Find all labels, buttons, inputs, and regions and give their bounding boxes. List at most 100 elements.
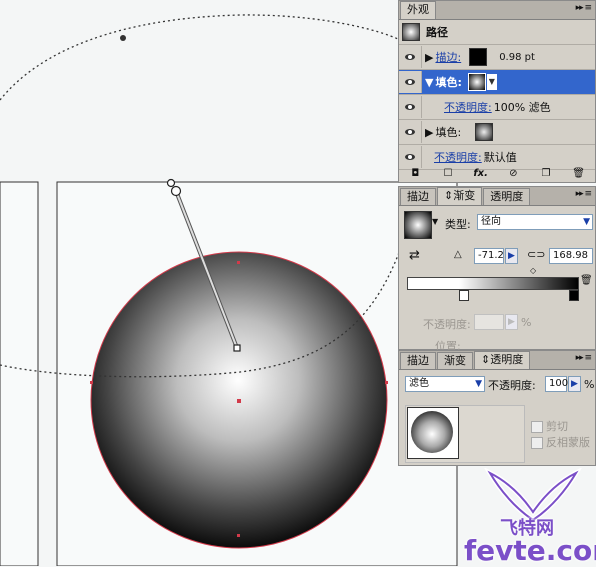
visibility-eye-icon[interactable] [399, 146, 422, 168]
gradient-end-handle[interactable] [170, 185, 182, 197]
guide-anchor-point[interactable] [120, 35, 126, 41]
delete-stop-icon[interactable]: 🗑 [580, 275, 593, 286]
appearance-panel: 外观 ▸▸ ≡ 路径 ▶ 描边: 0.98 pt ▼ 填色: ▼ 不透明度: 1… [398, 0, 596, 183]
appearance-footer: ◘ ☐ fx. ⊘ ❐ 🗑 [399, 166, 595, 182]
invert-mask-label: 反相蒙版 [546, 436, 590, 449]
opacity-label: 不透明度: [488, 379, 536, 392]
invert-mask-checkbox[interactable] [531, 437, 543, 449]
collapse-triangle-icon[interactable]: ▼ [425, 76, 433, 89]
tab-gradient[interactable]: ⇕渐变 [437, 187, 483, 205]
fill-row-2[interactable]: ▶ 填色: [399, 120, 595, 145]
visibility-eye-icon[interactable] [399, 96, 422, 118]
tab-arrows-icon: ⇕ [481, 353, 491, 366]
aspect-ratio-input[interactable]: 168.98 [549, 248, 593, 264]
gradient-preview-swatch[interactable] [404, 211, 432, 239]
tab-transparency[interactable]: 透明度 [483, 188, 531, 205]
clear-icon[interactable]: ☐ [440, 167, 456, 181]
clip-checkbox[interactable] [531, 421, 543, 433]
opacity-label-2[interactable]: 不透明度: [434, 149, 482, 165]
gradient-origin-handle[interactable] [166, 178, 176, 188]
tab-transparency-2[interactable]: ⇕透明度 [474, 351, 531, 369]
expand-triangle-icon[interactable]: ▶ [425, 126, 433, 139]
tab-stroke[interactable]: 描边 [400, 188, 436, 205]
gradient-slider-bar[interactable] [407, 277, 579, 290]
stroke-row[interactable]: ▶ 描边: 0.98 pt [399, 45, 595, 70]
tab-gradient-label: 渐变 [453, 189, 476, 202]
chevron-down-icon: ▼ [475, 379, 482, 389]
anchor-top[interactable] [237, 261, 240, 264]
transparency-tabbar: 描边 渐变 ⇕透明度 ▸▸ ≡ [399, 351, 595, 370]
dotted-guide-top [0, 14, 401, 101]
fill-label: 填色: [435, 76, 462, 89]
no-icon[interactable]: ⊘ [505, 167, 521, 181]
fill-gradient-swatch-2[interactable] [475, 123, 494, 141]
opacity-row-1[interactable]: 不透明度: 100% 滤色 [399, 95, 595, 120]
tab-stroke-2[interactable]: 描边 [400, 352, 436, 369]
fx-icon[interactable]: fx. [473, 167, 489, 181]
appearance-item-row[interactable]: 路径 [399, 20, 595, 45]
new-art-icon[interactable]: ◘ [407, 167, 423, 181]
tab-arrows-icon: ⇕ [444, 189, 454, 202]
center-point [237, 399, 241, 403]
type-label: 类型: [445, 218, 471, 231]
stroke-swatch[interactable] [469, 48, 488, 66]
sphere-thumbnail-icon [411, 411, 453, 453]
anchor-left[interactable] [90, 381, 93, 384]
tab-gradient-2[interactable]: 渐变 [437, 352, 473, 369]
duplicate-icon[interactable]: ❐ [538, 167, 554, 181]
opacity-value-2: 默认值 [483, 151, 517, 164]
chevron-down-icon: ▼ [583, 217, 590, 227]
anchor-right[interactable] [385, 381, 388, 384]
type-value: 径向 [481, 216, 501, 227]
visibility-eye-icon[interactable] [399, 121, 422, 143]
fill-gradient-swatch[interactable] [467, 73, 486, 91]
angle-input[interactable]: -71.2 [474, 248, 504, 264]
artboard-edge-left [0, 181, 39, 566]
gradient-panel: 描边 ⇕渐变 透明度 ▸▸ ≡ ▼ 类型: 径向 ▼ ⇄ △ -71.2 ▶ ⊂… [398, 186, 596, 353]
stop-opacity-input[interactable] [474, 314, 504, 330]
gradient-tabbar: 描边 ⇕渐变 透明度 ▸▸ ≡ [399, 187, 595, 206]
visibility-eye-icon[interactable] [399, 46, 422, 68]
opacity-value-1: 100% 滤色 [493, 101, 551, 114]
color-stop-black[interactable] [569, 290, 579, 301]
stroke-label[interactable]: 描边: [435, 49, 461, 65]
anchor-bottom[interactable] [237, 534, 240, 537]
gradient-preview-dropdown-icon[interactable]: ▼ [432, 217, 438, 226]
reverse-gradient-icon[interactable]: ⇄ [409, 248, 420, 263]
blend-mode-select[interactable]: 滤色 ▼ [405, 376, 485, 392]
opacity-dropdown-button[interactable]: ▶ [568, 376, 581, 392]
color-stop-white[interactable] [459, 290, 469, 301]
appearance-tabbar: 外观 ▸▸ ≡ [399, 1, 595, 20]
clip-checkbox-row[interactable]: 剪切 [531, 418, 568, 434]
fill-row-selected[interactable]: ▼ 填色: ▼ [399, 70, 595, 95]
opacity-label-1[interactable]: 不透明度: [444, 99, 492, 115]
stop-opacity-dropdown[interactable]: ▶ [505, 314, 518, 330]
gradient-center-handle[interactable] [233, 344, 241, 352]
visibility-eye-icon[interactable] [399, 71, 422, 93]
opacity-percent: % [584, 378, 595, 391]
tab-transparency-label: 透明度 [490, 353, 524, 366]
panel-menu-icon[interactable]: ▸▸ ≡ [576, 189, 592, 199]
panel-menu-icon[interactable]: ▸▸ ≡ [576, 353, 592, 363]
expand-triangle-icon[interactable]: ▶ [425, 51, 433, 64]
path-thumbnail-icon [402, 23, 420, 41]
clip-label: 剪切 [546, 420, 568, 433]
midpoint-diamond-icon[interactable]: ◇ [530, 266, 536, 275]
stop-opacity-percent: % [521, 316, 532, 329]
trash-icon[interactable]: 🗑 [571, 167, 587, 181]
angle-dropdown-button[interactable]: ▶ [505, 248, 518, 264]
item-title: 路径 [426, 26, 448, 39]
stop-opacity-label: 不透明度: [423, 318, 471, 331]
object-thumbnail[interactable] [407, 407, 459, 459]
fill-dropdown-icon[interactable]: ▼ [486, 74, 497, 90]
blend-mode-value: 滤色 [409, 378, 429, 389]
transparency-panel: 描边 渐变 ⇕透明度 ▸▸ ≡ 滤色 ▼ 不透明度: 100 ▶ % 剪切 反相… [398, 350, 596, 466]
watermark-logo: 飞特网 fevte.com [464, 468, 596, 567]
watermark-url-text: fevte.com [464, 534, 596, 567]
invert-mask-checkbox-row[interactable]: 反相蒙版 [531, 434, 590, 450]
type-select[interactable]: 径向 ▼ [477, 214, 593, 230]
tab-appearance[interactable]: 外观 [400, 1, 436, 19]
panel-menu-icon[interactable]: ▸▸ ≡ [576, 3, 592, 13]
opacity-input[interactable]: 100 [545, 376, 568, 392]
fill-label-2: 填色: [435, 126, 462, 139]
